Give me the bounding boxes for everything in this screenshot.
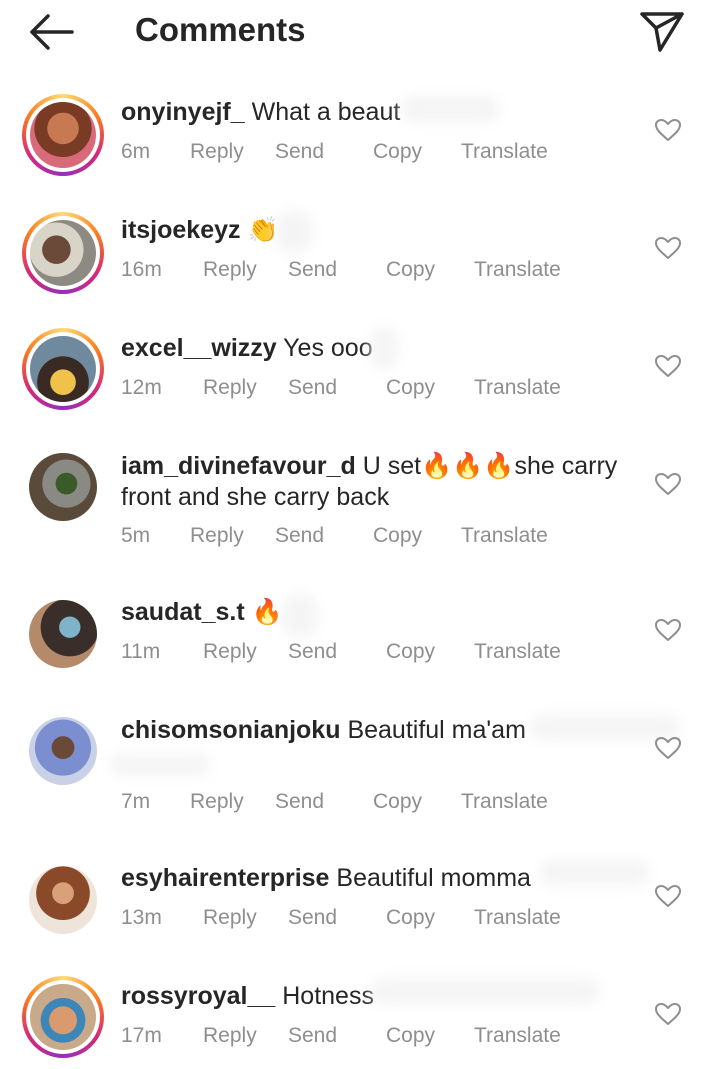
comment-time: 17m bbox=[121, 1024, 162, 1047]
reply-button[interactable]: Reply bbox=[203, 258, 257, 282]
reply-button[interactable]: Reply bbox=[203, 906, 257, 930]
translate-button[interactable]: Translate bbox=[474, 640, 561, 664]
heart-icon[interactable] bbox=[654, 618, 682, 642]
comment-time: 12m bbox=[121, 376, 162, 399]
comment-text: 👏 bbox=[247, 216, 279, 244]
reply-button[interactable]: Reply bbox=[203, 640, 257, 664]
comment-username[interactable]: iam_divinefavour_d bbox=[121, 452, 356, 480]
top-bar: Comments bbox=[0, 0, 720, 64]
send-button[interactable]: Send bbox=[288, 376, 337, 400]
send-button[interactable]: Send bbox=[275, 524, 324, 548]
comment-item: rossyroyal__ Hotness 17m Reply Send Copy… bbox=[0, 974, 720, 1069]
comment-username[interactable]: onyinyejf_ bbox=[121, 98, 245, 126]
send-button[interactable]: Send bbox=[288, 258, 337, 282]
avatar[interactable] bbox=[29, 453, 97, 521]
comment-username[interactable]: rossyroyal__ bbox=[121, 982, 275, 1010]
reply-button[interactable]: Reply bbox=[190, 790, 244, 814]
comment-item: esyhairenterprise Beautiful momma 13m Re… bbox=[0, 856, 720, 966]
copy-button[interactable]: Copy bbox=[386, 376, 435, 400]
comment-username[interactable]: chisomsonianjoku bbox=[121, 716, 340, 744]
avatar[interactable] bbox=[29, 866, 97, 934]
translate-button[interactable]: Translate bbox=[461, 790, 548, 814]
send-button[interactable]: Send bbox=[288, 1024, 337, 1048]
heart-icon[interactable] bbox=[654, 736, 682, 760]
reply-button[interactable]: Reply bbox=[203, 1024, 257, 1048]
comment-item: chisomsonianjoku Beautiful ma'am 7m Repl… bbox=[0, 708, 720, 848]
comment-time: 11m bbox=[121, 640, 161, 663]
comment-text: Hotness bbox=[282, 982, 374, 1010]
comment-text: Beautiful ma'am bbox=[347, 716, 526, 744]
comment-item: saudat_s.t 🔥 11m Reply Send Copy Transla… bbox=[0, 590, 720, 700]
comment-time: 16m bbox=[121, 258, 162, 281]
avatar[interactable] bbox=[29, 717, 97, 785]
avatar[interactable] bbox=[22, 212, 104, 294]
arrow-left-icon[interactable] bbox=[28, 12, 76, 52]
copy-button[interactable]: Copy bbox=[386, 640, 435, 664]
comment-text: Beautiful momma bbox=[336, 864, 531, 892]
comment-time: 5m bbox=[121, 524, 151, 547]
heart-icon[interactable] bbox=[654, 472, 682, 496]
send-button[interactable]: Send bbox=[288, 906, 337, 930]
translate-button[interactable]: Translate bbox=[474, 906, 561, 930]
page-title: Comments bbox=[135, 11, 306, 48]
comment-text: 🔥 bbox=[251, 598, 283, 626]
comment-time: 13m bbox=[121, 906, 162, 929]
comment-time: 7m bbox=[121, 790, 151, 813]
translate-button[interactable]: Translate bbox=[461, 140, 548, 164]
comment-text: Yes ooo bbox=[283, 334, 373, 362]
reply-button[interactable]: Reply bbox=[203, 376, 257, 400]
comment-username[interactable]: itsjoekeyz bbox=[121, 216, 241, 244]
avatar[interactable] bbox=[22, 328, 104, 410]
translate-button[interactable]: Translate bbox=[474, 258, 561, 282]
avatar[interactable] bbox=[22, 94, 104, 176]
translate-button[interactable]: Translate bbox=[474, 376, 561, 400]
send-button[interactable]: Send bbox=[275, 790, 324, 814]
heart-icon[interactable] bbox=[654, 118, 682, 142]
translate-button[interactable]: Translate bbox=[461, 524, 548, 548]
copy-button[interactable]: Copy bbox=[373, 140, 422, 164]
heart-icon[interactable] bbox=[654, 1002, 682, 1026]
comment-username[interactable]: excel__wizzy bbox=[121, 334, 277, 362]
reply-button[interactable]: Reply bbox=[190, 524, 244, 548]
reply-button[interactable]: Reply bbox=[190, 140, 244, 164]
send-button[interactable]: Send bbox=[275, 140, 324, 164]
copy-button[interactable]: Copy bbox=[386, 906, 435, 930]
comment-time: 6m bbox=[121, 140, 151, 163]
copy-button[interactable]: Copy bbox=[373, 524, 422, 548]
send-button[interactable]: Send bbox=[288, 640, 337, 664]
copy-button[interactable]: Copy bbox=[386, 1024, 435, 1048]
comment-item: onyinyejf_ What a beaut 6m Reply Send Co… bbox=[0, 90, 720, 200]
comment-username[interactable]: saudat_s.t bbox=[121, 598, 245, 626]
heart-icon[interactable] bbox=[654, 236, 682, 260]
comment-item: iam_divinefavour_d U set🔥🔥🔥she carry fro… bbox=[0, 444, 720, 584]
heart-icon[interactable] bbox=[654, 354, 682, 378]
translate-button[interactable]: Translate bbox=[474, 1024, 561, 1048]
heart-icon[interactable] bbox=[654, 884, 682, 908]
comment-username[interactable]: esyhairenterprise bbox=[121, 864, 329, 892]
avatar[interactable] bbox=[22, 976, 104, 1058]
comment-item: excel__wizzy Yes ooo 12m Reply Send Copy… bbox=[0, 326, 720, 436]
comment-item: itsjoekeyz 👏 16m Reply Send Copy Transla… bbox=[0, 208, 720, 318]
avatar[interactable] bbox=[29, 600, 97, 668]
copy-button[interactable]: Copy bbox=[373, 790, 422, 814]
comment-text: What a beaut bbox=[251, 98, 401, 126]
copy-button[interactable]: Copy bbox=[386, 258, 435, 282]
paper-plane-icon[interactable] bbox=[638, 10, 686, 54]
